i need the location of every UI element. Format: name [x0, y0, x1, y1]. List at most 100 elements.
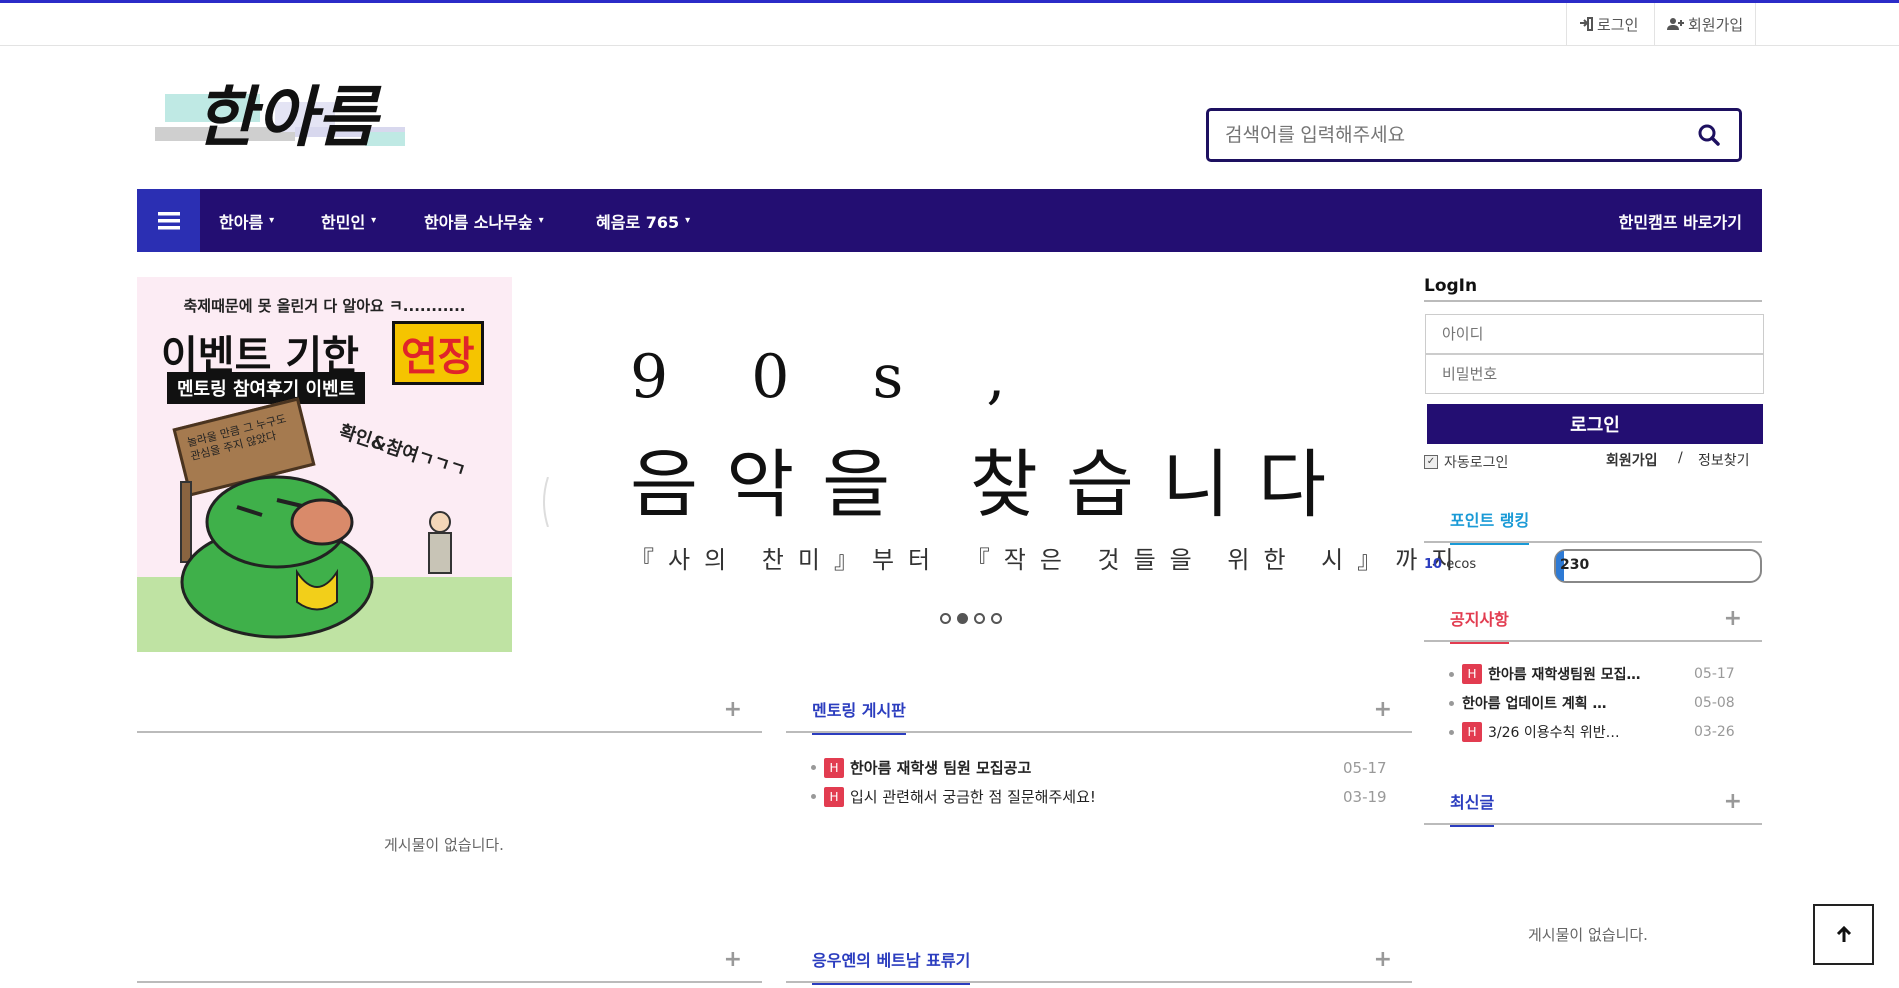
rank-number: 10 — [1424, 557, 1443, 572]
bullet — [811, 765, 816, 770]
chevron-down-icon: ▾ — [685, 215, 691, 226]
hanmin-camp-link[interactable]: 한민캠프 바로가기 — [1619, 189, 1742, 252]
slider-dot[interactable] — [974, 613, 985, 624]
bullet — [1449, 671, 1454, 677]
search-box — [1206, 108, 1742, 162]
event-banner-line1: 축제때문에 못 올린거 다 알아요 ㅋ........... — [183, 297, 466, 315]
points-value: 230 — [1560, 557, 1590, 573]
slider-dot[interactable] — [940, 613, 951, 624]
small-figure-illustration — [428, 511, 452, 574]
password-field — [1425, 354, 1764, 394]
event-banner-subtitle: 멘토링 참여후기 이벤트 — [167, 372, 366, 404]
hot-badge: H — [824, 757, 844, 778]
nav-item-pine-forest[interactable]: 한아름 소나무숲 ▾ — [424, 189, 544, 252]
slide-line-1: 9 0 s , — [630, 342, 1038, 412]
board-title[interactable]: 멘토링 게시판 — [812, 697, 906, 735]
frog-illustration — [180, 475, 374, 639]
bullet — [1449, 729, 1454, 735]
hot-badge: H — [1462, 664, 1482, 684]
notice-date: 05-17 — [1694, 666, 1735, 682]
signup-link-label: 회원가입 — [1688, 15, 1744, 34]
plus-icon[interactable]: + — [1724, 606, 1742, 631]
login-button[interactable]: 로그인 — [1427, 404, 1763, 444]
scroll-to-top-button[interactable] — [1813, 904, 1874, 965]
board-title[interactable]: 응우옌의 베트남 표류기 — [812, 947, 971, 985]
signup-link-widget[interactable]: 회원가입 — [1606, 450, 1658, 470]
slide-line-3: 『사의 찬미』부터 『작은 것들을 위한 시』까지 — [630, 546, 1468, 574]
list-item[interactable]: H 한아름 재학생 팀원 모집공고 05-17 — [811, 757, 1387, 778]
username-field — [1425, 314, 1764, 354]
slider-dot-active[interactable] — [957, 613, 968, 624]
notice-title[interactable]: 3/26 이용수칙 위반… — [1488, 722, 1620, 742]
notice-date: 05-08 — [1694, 695, 1735, 711]
hot-badge: H — [824, 786, 844, 807]
top-utility-bar: 로그인 회원가입 — [0, 3, 1899, 46]
separator: / — [1678, 450, 1683, 466]
ranking-row: 10 ecos — [1424, 557, 1476, 572]
bullet — [811, 794, 816, 799]
list-item-title[interactable]: 입시 관련해서 궁금한 점 질문해주세요! — [850, 786, 1096, 807]
list-item-date: 03-19 — [1343, 787, 1387, 806]
login-link[interactable]: 로그인 — [1566, 3, 1650, 45]
nav-item-hanminin[interactable]: 한민인 ▾ — [321, 189, 376, 252]
password-input[interactable] — [1440, 355, 1744, 393]
plus-icon[interactable]: + — [724, 697, 742, 722]
signup-link[interactable]: 회원가입 — [1654, 3, 1757, 45]
nav-item-hyeeumro[interactable]: 혜음로 765 ▾ — [596, 189, 690, 252]
tab-points-ranking[interactable]: 포인트 랭킹 — [1450, 507, 1530, 545]
notice-item[interactable]: H 한아름 재학생팀원 모집… 05-17 — [1449, 664, 1739, 684]
notice-title[interactable]: 한아름 재학생팀원 모집… — [1488, 664, 1641, 684]
user-plus-icon — [1667, 18, 1684, 30]
chevron-down-icon: ▾ — [269, 215, 275, 226]
sign-in-icon — [1580, 17, 1593, 31]
plus-icon[interactable]: + — [724, 947, 742, 972]
auto-login-label: 자동로그인 — [1444, 455, 1509, 471]
notice-item[interactable]: 한아름 업데이트 계획 … 05-08 — [1449, 693, 1739, 713]
username-input[interactable] — [1440, 315, 1744, 353]
auto-login-checkbox[interactable]: ✓ 자동로그인 — [1424, 452, 1508, 472]
tab-notice[interactable]: 공지사항 — [1450, 606, 1509, 644]
site-logo[interactable]: 한아름 — [155, 72, 435, 172]
event-banner-highlight: 연장 — [392, 321, 484, 385]
empty-message: 게시물이 없습니다. — [1528, 926, 1648, 944]
plus-icon[interactable]: + — [1374, 947, 1392, 972]
find-info-link[interactable]: 정보찾기 — [1698, 450, 1750, 470]
notice-item[interactable]: H 3/26 이용수칙 위반… 03-26 — [1449, 722, 1739, 742]
main-nav: 한아름 ▾ 한민인 ▾ 한아름 소나무숲 ▾ 혜음로 765 ▾ 한민캠프 바로가기 — [137, 189, 1762, 252]
list-item[interactable]: H 입시 관련해서 궁금한 점 질문해주세요! 03-19 — [811, 786, 1387, 807]
hot-badge: H — [1462, 722, 1482, 742]
chevron-down-icon: ▾ — [371, 215, 377, 226]
notice-title[interactable]: 한아름 업데이트 계획 … — [1462, 693, 1607, 713]
bullet — [1449, 700, 1454, 706]
plus-icon[interactable]: + — [1724, 789, 1742, 814]
search-input[interactable] — [1223, 111, 1667, 161]
points-progress-bar: 230 — [1554, 549, 1762, 583]
board-vietnam-header: 응우옌의 베트남 표류기 + — [786, 933, 1412, 985]
list-item-date: 05-17 — [1343, 758, 1387, 777]
nav-item-hanareum[interactable]: 한아름 ▾ — [219, 189, 274, 252]
nav-item-label: 한민인 — [321, 212, 366, 232]
nav-item-label: 한아름 — [219, 212, 264, 232]
hamburger-icon — [157, 211, 180, 229]
rank-unit: ecos — [1446, 557, 1477, 572]
search-icon[interactable] — [1697, 123, 1721, 147]
checkbox-icon[interactable]: ✓ — [1424, 455, 1438, 469]
arrow-up-icon — [1836, 925, 1851, 942]
slide-edge-icon — [543, 477, 549, 527]
tab-latest[interactable]: 최신글 — [1450, 789, 1495, 827]
login-widget-title: LogIn — [1424, 276, 1478, 296]
board-left-top-header: + — [137, 683, 762, 733]
list-item-title[interactable]: 한아름 재학생 팀원 모집공고 — [850, 757, 1031, 778]
notice-header: 공지사항 + — [1424, 592, 1762, 644]
slider-dot[interactable] — [991, 613, 1002, 624]
empty-message: 게시물이 없습니다. — [384, 836, 504, 854]
plus-icon[interactable]: + — [1374, 697, 1392, 722]
event-banner[interactable]: 축제때문에 못 올린거 다 알아요 ㅋ........... 이벤트 기한 연장… — [137, 277, 512, 652]
slider-pagination — [940, 613, 1002, 624]
board-mentoring-header: 멘토링 게시판 + — [786, 683, 1412, 735]
logo-text: 한아름 — [195, 78, 382, 156]
points-ranking-header: 포인트 랭킹 — [1424, 493, 1762, 545]
menu-toggle-button[interactable] — [137, 189, 200, 252]
nav-item-label: 혜음로 765 — [596, 212, 680, 232]
nav-item-label: 한아름 소나무숲 — [424, 212, 533, 232]
